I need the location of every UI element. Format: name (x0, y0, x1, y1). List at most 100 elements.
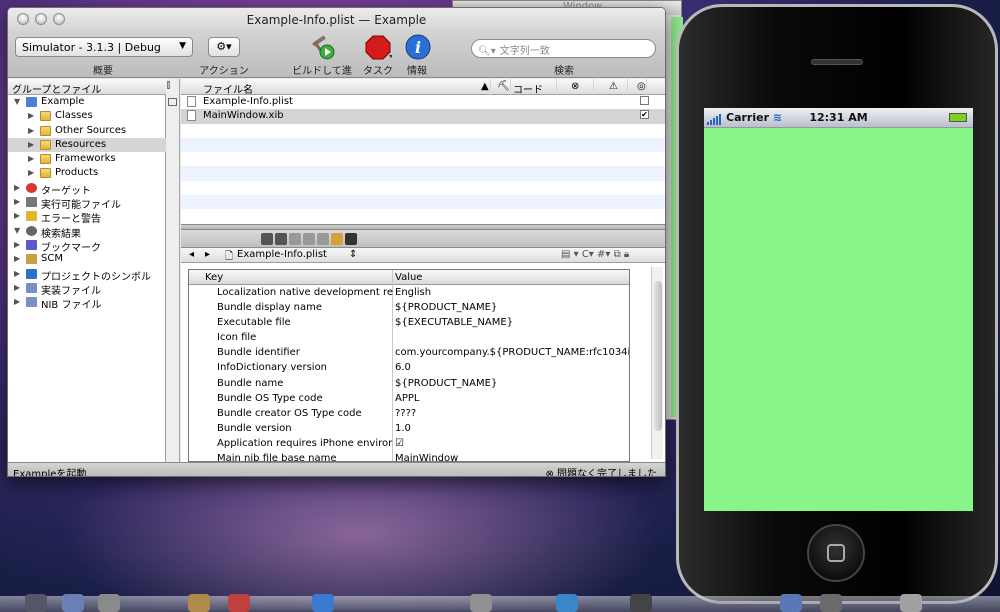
plist-value[interactable]: APPL (395, 393, 629, 404)
scroll-thumb[interactable] (654, 281, 662, 431)
plist-key[interactable]: InfoDictionary version (217, 362, 393, 373)
build-column-icon[interactable]: ⛏ (497, 81, 510, 92)
iphone-screen[interactable] (704, 108, 973, 511)
plist-row[interactable]: Application requires iPhone enviror ☑ (189, 436, 629, 451)
debugger-window-icon[interactable] (331, 233, 343, 245)
sidebar-item[interactable]: ▶ ターゲット (8, 181, 166, 197)
step-out-icon[interactable] (317, 233, 329, 245)
errors-column-icon[interactable]: ⊗ (571, 81, 579, 92)
disclosure-closed-icon[interactable]: ▶ (14, 283, 20, 292)
target-checkbox[interactable]: ✔ (640, 110, 649, 120)
column-key[interactable]: Key (205, 272, 223, 283)
file-list-row[interactable] (181, 209, 665, 224)
disclosure-closed-icon[interactable]: ▶ (14, 254, 20, 263)
file-list-row[interactable] (181, 166, 665, 181)
search-field[interactable]: 🔍︎▾ 文字列一致 (471, 39, 656, 58)
disclosure-closed-icon[interactable]: ▶ (28, 154, 34, 163)
plist-row[interactable]: Bundle identifier com.yourcompany.${PRODU… (189, 345, 629, 360)
plist-row[interactable]: Localization native development re Englis… (189, 285, 629, 300)
forward-arrow-icon[interactable]: ▸ (205, 249, 210, 260)
column-value[interactable]: Value (395, 272, 422, 283)
disclosure-closed-icon[interactable]: ▶ (14, 269, 20, 278)
plist-key[interactable]: Executable file (217, 317, 393, 328)
plist-value[interactable]: ${PRODUCT_NAME} (395, 302, 629, 313)
stop-tasks-icon[interactable] (364, 33, 392, 61)
plist-value[interactable]: 6.0 (395, 362, 629, 373)
home-button[interactable] (807, 524, 865, 582)
plist-key[interactable]: Bundle name (217, 378, 393, 389)
plist-value[interactable]: com.yourcompany.${PRODUCT_NAME:rfc1034id… (395, 347, 629, 358)
plist-value[interactable]: ${EXECUTABLE_NAME} (395, 317, 629, 328)
editor-tools-icons[interactable]: ▤ ▾ C▾ #▾ ⧉ 🔒︎ (561, 249, 629, 260)
pause-icon[interactable] (275, 233, 287, 245)
sidebar-item[interactable]: ▶ Products (8, 166, 166, 180)
plist-value[interactable]: 1.0 (395, 423, 629, 434)
disclosure-closed-icon[interactable]: ▶ (14, 197, 20, 206)
sidebar-item[interactable]: ▶ Frameworks (8, 152, 166, 166)
plist-key[interactable]: Localization native development re (217, 287, 393, 298)
editor-file-popup[interactable]: Example-Info.plist (237, 249, 327, 260)
sidebar-item[interactable]: ▶ Resources (8, 137, 166, 153)
disclosure-open-icon[interactable]: ▼ (14, 226, 20, 235)
build-and-go-icon[interactable] (308, 33, 336, 61)
file-list-row[interactable]: Example-Info.plist (181, 95, 665, 110)
plist-key[interactable]: Bundle identifier (217, 347, 393, 358)
sidebar-item[interactable]: ▶ Other Sources (8, 124, 166, 138)
scheme-popup[interactable]: Simulator - 3.1.3 | Debug ▼ (15, 37, 193, 57)
target-column-icon[interactable]: ◎ (637, 81, 646, 92)
plist-value[interactable]: ???? (395, 408, 629, 419)
step-into-icon[interactable] (303, 233, 315, 245)
disclosure-closed-icon[interactable]: ▶ (14, 211, 20, 220)
plist-value[interactable]: ${PRODUCT_NAME} (395, 378, 629, 389)
disclosure-open-icon[interactable]: ▼ (14, 97, 20, 106)
disclosure-closed-icon[interactable]: ▶ (14, 240, 20, 249)
plist-key[interactable]: Bundle version (217, 423, 393, 434)
disclosure-closed-icon[interactable]: ▶ (14, 183, 20, 192)
sidebar-item[interactable]: ▶ 実行可能ファイル (8, 195, 166, 211)
sidebar-item[interactable]: ▶ プロジェクトのシンボル (8, 267, 166, 283)
sidebar-item[interactable]: ▼ Example (8, 95, 166, 109)
plist-key[interactable]: Application requires iPhone enviror (217, 438, 393, 449)
plist-key[interactable]: Bundle creator OS Type code (217, 408, 393, 419)
file-list-row[interactable]: MainWindow.xib ✔ (181, 109, 665, 124)
plist-key[interactable]: Icon file (217, 332, 393, 343)
disclosure-closed-icon[interactable]: ▶ (28, 111, 34, 120)
file-list-row[interactable] (181, 123, 665, 138)
step-over-icon[interactable] (289, 233, 301, 245)
target-checkbox[interactable] (640, 96, 649, 105)
sidebar-gutter[interactable]: ⫿ (166, 79, 180, 462)
back-arrow-icon[interactable]: ◂ (189, 249, 194, 260)
column-filename[interactable]: ファイル名 (203, 81, 253, 96)
editor-scrollbar[interactable] (651, 267, 663, 459)
info-icon[interactable]: i (404, 33, 432, 61)
plist-row[interactable]: Bundle OS Type code APPL (189, 391, 629, 406)
column-code[interactable]: コード (513, 81, 543, 96)
plist-row[interactable]: InfoDictionary version 6.0 (189, 360, 629, 375)
sidebar-item[interactable]: ▶ NIB ファイル (8, 295, 166, 311)
plist-value[interactable]: English (395, 287, 629, 298)
file-list-row[interactable] (181, 152, 665, 167)
disclosure-closed-icon[interactable]: ▶ (28, 168, 34, 177)
plist-row[interactable]: Icon file (189, 330, 629, 345)
console-icon[interactable] (345, 233, 357, 245)
sidebar-item[interactable]: ▶ Classes (8, 109, 166, 123)
plist-key[interactable]: Bundle OS Type code (217, 393, 393, 404)
breakpoints-icon[interactable] (261, 233, 273, 245)
plist-row[interactable]: Bundle display name ${PRODUCT_NAME} (189, 300, 629, 315)
sidebar-item[interactable]: ▼ 検索結果 (8, 224, 166, 240)
action-button[interactable]: ⚙▾ (208, 37, 240, 57)
plist-key[interactable]: Bundle display name (217, 302, 393, 313)
file-list-row[interactable] (181, 137, 665, 153)
title-bar[interactable]: Example-Info.plist — Example (8, 8, 665, 32)
plist-row[interactable]: Bundle name ${PRODUCT_NAME} (189, 376, 629, 391)
sidebar-item[interactable]: ▶ エラーと警告 (8, 209, 166, 225)
warnings-column-icon[interactable]: ⚠ (609, 81, 618, 92)
disclosure-closed-icon[interactable]: ▶ (28, 140, 34, 149)
file-list-row[interactable] (181, 180, 665, 196)
sidebar-item[interactable]: ▶ 実装ファイル (8, 281, 166, 297)
file-list-row[interactable] (181, 195, 665, 210)
sidebar-item[interactable]: ▶ SCM (8, 252, 166, 266)
plist-row[interactable]: Bundle creator OS Type code???? (189, 406, 629, 421)
disclosure-closed-icon[interactable]: ▶ (28, 126, 34, 135)
sidebar-item[interactable]: ▶ ブックマーク (8, 238, 166, 254)
